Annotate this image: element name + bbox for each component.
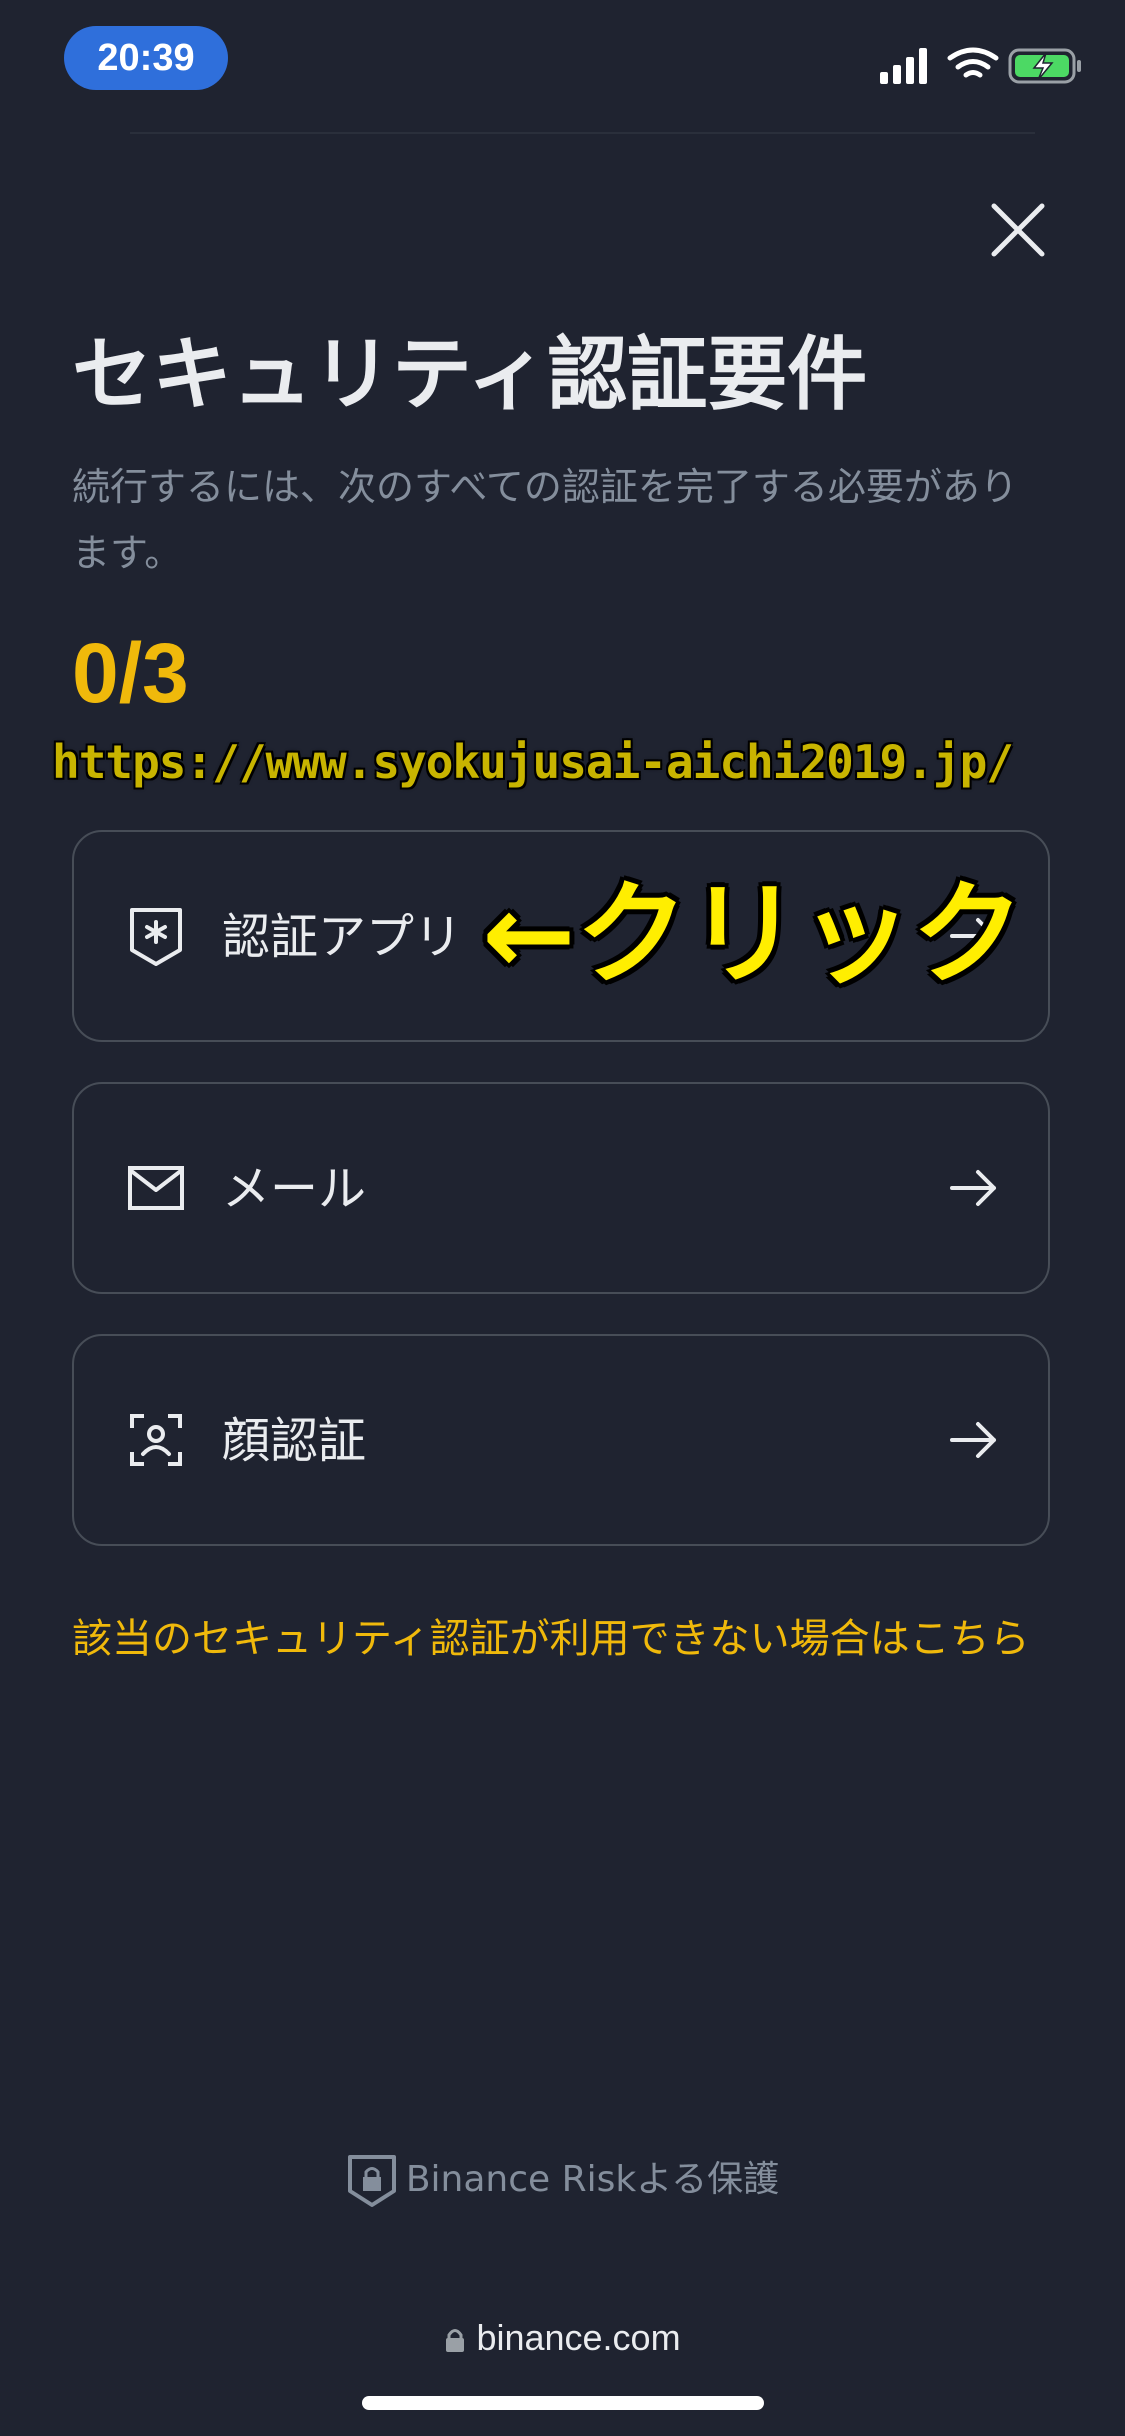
auth-method-label: 顔認証 [222,1413,367,1469]
arrow-right-icon [946,1160,1002,1216]
close-button[interactable] [980,192,1056,268]
protection-text: Binance Riskよる保護 [405,2159,780,2200]
arrow-right-icon [946,1412,1002,1468]
browser-url-bar[interactable]: binance.com [0,2310,1125,2366]
wifi-icon [947,47,999,78]
watermark-url: https://www.syokujusai-aichi2019.jp/ [52,735,1014,789]
status-icons [878,44,1088,92]
page-subtitle: 続行するには、次のすべての認証を完了する必要があります。 [72,465,1018,575]
binance-risk-protection: Binance Riskよる保護 [0,2150,1125,2210]
close-icon [991,203,1045,257]
status-time: 20:39 [64,26,228,90]
status-bar: 20:39 [0,0,1125,120]
click-annotation: ←クリック [482,870,1024,1000]
status-icons-svg [880,47,1081,84]
battery-charging-icon [1008,48,1081,84]
verification-progress: 0/3 [72,626,189,720]
url-text: binance.com [476,2317,681,2358]
authenticator-shield-icon [126,904,186,968]
auth-method-email[interactable]: メール [72,1082,1050,1294]
mail-icon [126,1156,186,1220]
home-indicator[interactable] [362,2396,764,2410]
top-divider [130,132,1035,134]
page-title: セキュリティ認証要件 [72,328,868,421]
auth-method-label: メール [222,1161,367,1217]
lock-icon [446,2329,465,2353]
face-scan-icon [126,1408,186,1472]
shield-lock-icon [347,2155,396,2207]
auth-method-label: 認証アプリ [222,909,463,965]
auth-method-face-recognition[interactable]: 顔認証 [72,1334,1050,1546]
signal-icon [880,48,927,84]
unavailable-verification-link[interactable]: 該当のセキュリティ認証が利用できない場合はこちら [72,1606,1052,1672]
